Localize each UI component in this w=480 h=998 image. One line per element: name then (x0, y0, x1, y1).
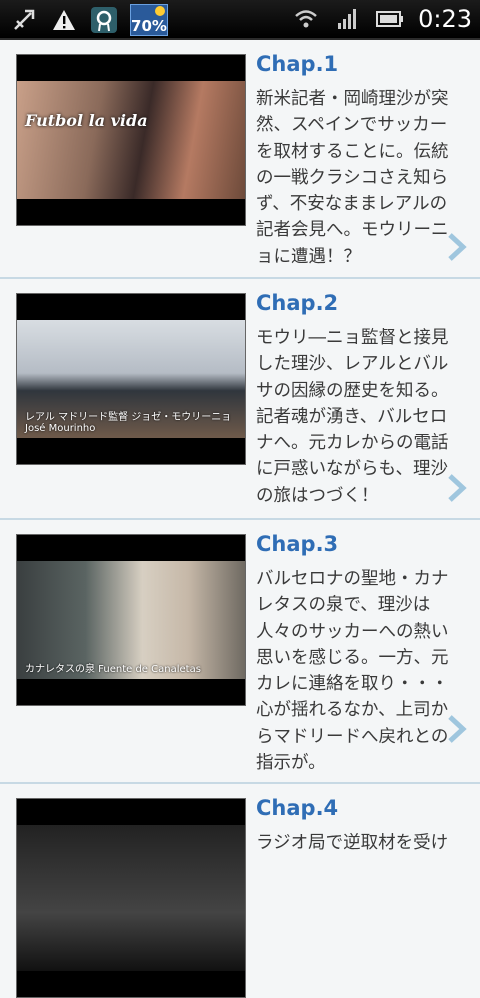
chapter-thumbnail (16, 798, 246, 998)
sun-icon (155, 6, 165, 16)
chapter-description: モウリ―ニョ監督と接見した理沙、レアルとバルサの因縁の歴史を知る。記者魂が湧き、… (256, 328, 449, 506)
usb-debug-icon (10, 6, 38, 34)
chapter-item-3[interactable]: カナレタスの泉 Fuente de Canaletas Chap.3 バルセロナ… (0, 520, 480, 784)
thumbnail-logo: Futbol la vida (25, 111, 148, 130)
chapter-thumbnail: カナレタスの泉 Fuente de Canaletas (16, 534, 246, 706)
chapter-item-4[interactable]: Chap.4 ラジオ局で逆取材を受け (0, 784, 480, 998)
chapter-description: ラジオ局で逆取材を受け (256, 833, 449, 853)
chapter-description: バルセロナの聖地・カナレタスの泉で、理沙は人々のサッカーへの熱い思いを感じる。一… (256, 569, 449, 774)
chapter-title: Chap.1 (256, 52, 339, 76)
chapter-title: Chap.3 (256, 532, 339, 556)
chapter-title: Chap.4 (256, 796, 339, 820)
chapter-item-1[interactable]: Futbol la vida Chap.1 新米記者・岡崎理沙が突然、スペインで… (0, 40, 480, 279)
chevron-right-icon (448, 233, 467, 261)
thumbnail-image (17, 825, 245, 971)
chevron-right-icon (448, 474, 467, 502)
battery-percent-text: 70% (131, 17, 167, 35)
battery-icon (376, 5, 404, 33)
thumbnail-caption: レアル マドリード監督 ジョゼ・モウリーニョ José Mourinho (25, 412, 232, 434)
app-notification-icon (90, 6, 118, 34)
chapter-list: Futbol la vida Chap.1 新米記者・岡崎理沙が突然、スペインで… (0, 40, 480, 998)
chapter-description: 新米記者・岡崎理沙が突然、スペインでサッカーを取材することに。伝統の一戦クラシコ… (256, 89, 449, 267)
chapter-item-2[interactable]: レアル マドリード監督 ジョゼ・モウリーニョ José Mourinho Cha… (0, 279, 480, 520)
warning-icon (50, 6, 78, 34)
weather-battery-icon: 70% (130, 4, 168, 36)
thumbnail-image (17, 81, 245, 199)
chapter-title: Chap.2 (256, 291, 339, 315)
status-bar: 70% 0:23 (0, 0, 480, 40)
chapter-thumbnail: レアル マドリード監督 ジョゼ・モウリーニョ José Mourinho (16, 293, 246, 465)
signal-icon (334, 5, 362, 33)
chevron-right-icon (448, 715, 467, 743)
clock: 0:23 (418, 5, 472, 33)
thumbnail-caption: カナレタスの泉 Fuente de Canaletas (25, 664, 201, 675)
wifi-icon (292, 5, 320, 33)
chapter-thumbnail: Futbol la vida (16, 54, 246, 226)
